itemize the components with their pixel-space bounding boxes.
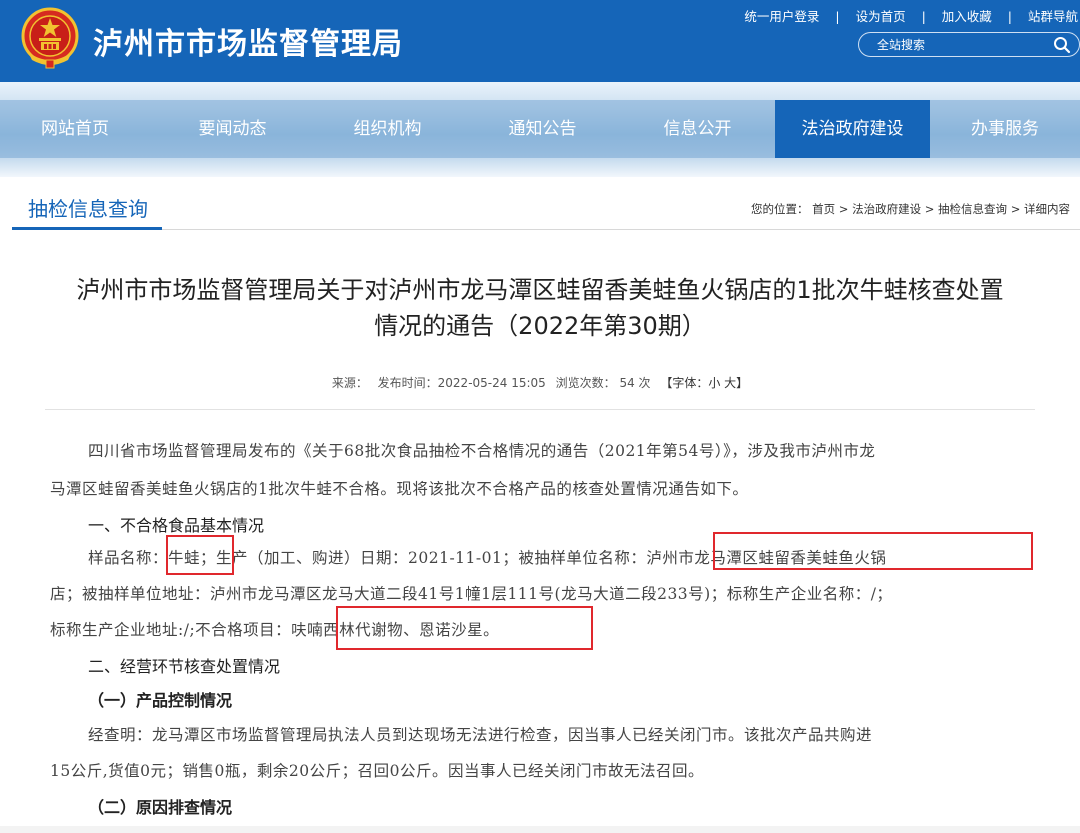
section-divider [12,229,1080,230]
nav-item-home[interactable]: 网站首页 [0,100,150,158]
national-emblem-icon[interactable] [18,6,82,70]
nav-item-services[interactable]: 办事服务 [930,100,1080,158]
nav-item-notices[interactable]: 通知公告 [465,100,620,158]
search-icon[interactable] [1053,36,1071,54]
link-separator: | [921,9,926,24]
highlight-box-sample-name [166,535,234,575]
section-heading: 一、不合格食品基本情况 [88,516,265,535]
publish-time: 发布时间：2022-05-24 15:05 [377,376,546,390]
paragraph-line: 经查明：龙马潭区市场监督管理局执法人员到达现场无法进行检查，因当事人已经关闭门市… [88,726,873,744]
nav-item-rule-of-law[interactable]: 法治政府建设 [775,100,930,158]
view-count: 浏览次数： 54 次 [555,376,651,390]
nav-item-news[interactable]: 要闻动态 [155,100,310,158]
search-box [858,32,1080,57]
font-size-control[interactable]: 【字体：小 大】 [660,376,748,390]
article-title-line: 泸州市市场监督管理局关于对泸州市龙马潭区蛙留香美蛙鱼火锅店的1批次牛蛙核查处置 [76,276,1004,304]
paragraph-line: 马潭区蛙留香美蛙鱼火锅店的1批次牛蛙不合格。现将该批次不合格产品的核查处置情况通… [50,480,749,498]
set-homepage-link[interactable]: 设为首页 [856,6,906,25]
paragraph-line: 15公斤,货值0元；销售0瓶，剩余20公斤；召回0公斤。因当事人已经关闭门市故无… [50,762,704,780]
section-underline [12,227,162,230]
link-separator: | [1007,9,1012,24]
section-title: 抽检信息查询 [28,197,148,221]
search-input[interactable] [877,37,1047,53]
section-heading: 二、经营环节核查处置情况 [88,657,281,676]
top-links: 统一用户登录 | 设为首页 | 加入收藏 | 站群导航 [744,6,1078,25]
link-separator: | [835,9,840,24]
article-title-line: 情况的通告（2022年第30期） [374,312,706,340]
site-title[interactable]: 泸州市市场监督管理局 [93,19,403,63]
nav-item-organization[interactable]: 组织机构 [310,100,465,158]
paragraph-line: 店；被抽样单位地址：泸州市龙马潭区龙马大道二段41号1幢1层111号(龙马大道二… [50,585,893,603]
source-label: 来源： [331,376,368,390]
meta-divider [45,409,1035,410]
article-meta: 来源： 发布时间：2022-05-24 15:05 浏览次数： 54 次 【字体… [0,374,1080,391]
sub-heading: （二）原因排查情况 [88,798,233,817]
article-title: 泸州市市场监督管理局关于对泸州市龙马潭区蛙留香美蛙鱼火锅店的1批次牛蛙核查处置 … [40,272,1040,344]
highlight-box-sampled-unit [713,532,1033,570]
site-group-nav-link[interactable]: 站群导航 [1028,6,1078,25]
breadcrumb[interactable]: 您的位置： 首页 > 法治政府建设 > 抽检信息查询 > 详细内容 [751,201,1070,217]
paragraph-line: 四川省市场监督管理局发布的《关于68批次食品抽检不合格情况的通告（2021年第5… [88,442,876,460]
nav-item-info-disclosure[interactable]: 信息公开 [620,100,775,158]
login-link[interactable]: 统一用户登录 [744,6,819,25]
sub-heading: （一）产品控制情况 [88,691,233,710]
add-favorite-link[interactable]: 加入收藏 [942,6,992,25]
highlight-box-failed-items [336,606,593,650]
main-nav: 网站首页 要闻动态 组织机构 通知公告 信息公开 法治政府建设 办事服务 [0,82,1080,177]
bottom-strip [0,826,1080,833]
site-header: 泸州市市场监督管理局 统一用户登录 | 设为首页 | 加入收藏 | 站群导航 [0,0,1080,82]
